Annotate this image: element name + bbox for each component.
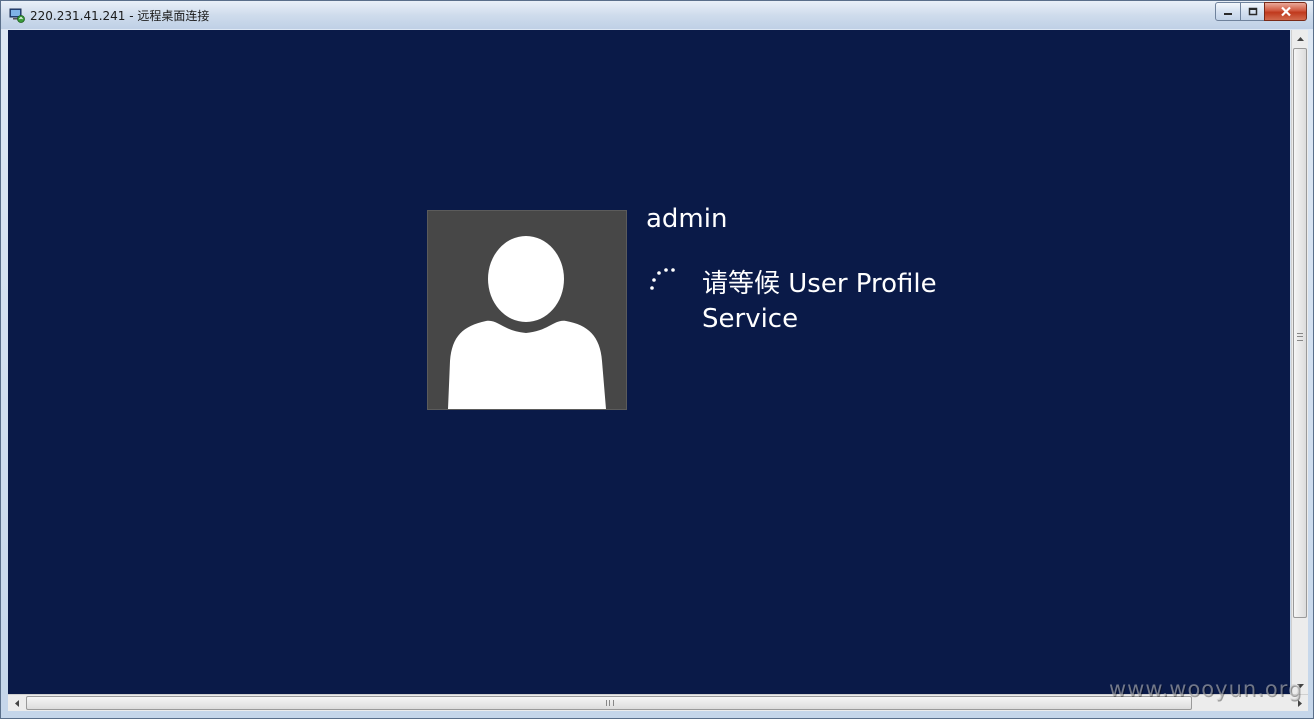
- vertical-scroll-thumb[interactable]: [1293, 48, 1307, 618]
- status-message: 请等候 User Profile Service: [702, 269, 937, 334]
- close-button[interactable]: [1264, 2, 1307, 21]
- scroll-left-button[interactable]: [8, 695, 25, 711]
- title-bar[interactable]: 220.231.41.241 - 远程桌面连接: [1, 1, 1313, 29]
- minimize-button[interactable]: [1215, 2, 1241, 21]
- remote-desktop-window: 220.231.41.241 - 远程桌面连接 admin 请等候 User P…: [0, 0, 1314, 719]
- username-label: admin: [646, 204, 728, 234]
- minimize-icon: [1224, 12, 1232, 15]
- horizontal-scroll-thumb[interactable]: [26, 696, 1192, 710]
- maximize-icon: [1248, 7, 1257, 16]
- grip-icon: [1297, 333, 1303, 341]
- grip-icon: [606, 700, 614, 706]
- window-controls: [1215, 2, 1307, 21]
- window-title: 220.231.41.241 - 远程桌面连接: [30, 9, 210, 23]
- arrow-up-icon: [1296, 36, 1304, 41]
- user-silhouette-icon: [448, 236, 606, 409]
- scroll-up-button[interactable]: [1292, 30, 1308, 47]
- close-icon: [1280, 6, 1291, 17]
- remote-desktop-screen[interactable]: admin 请等候 User Profile Service: [8, 30, 1290, 694]
- vertical-scrollbar[interactable]: [1291, 30, 1308, 694]
- loading-spinner-icon: [650, 268, 675, 290]
- maximize-button[interactable]: [1240, 2, 1265, 21]
- remote-desktop-icon: [9, 8, 25, 23]
- watermark: www.wooyun.org: [1109, 677, 1303, 701]
- user-avatar: [427, 210, 627, 410]
- arrow-left-icon: [14, 699, 19, 707]
